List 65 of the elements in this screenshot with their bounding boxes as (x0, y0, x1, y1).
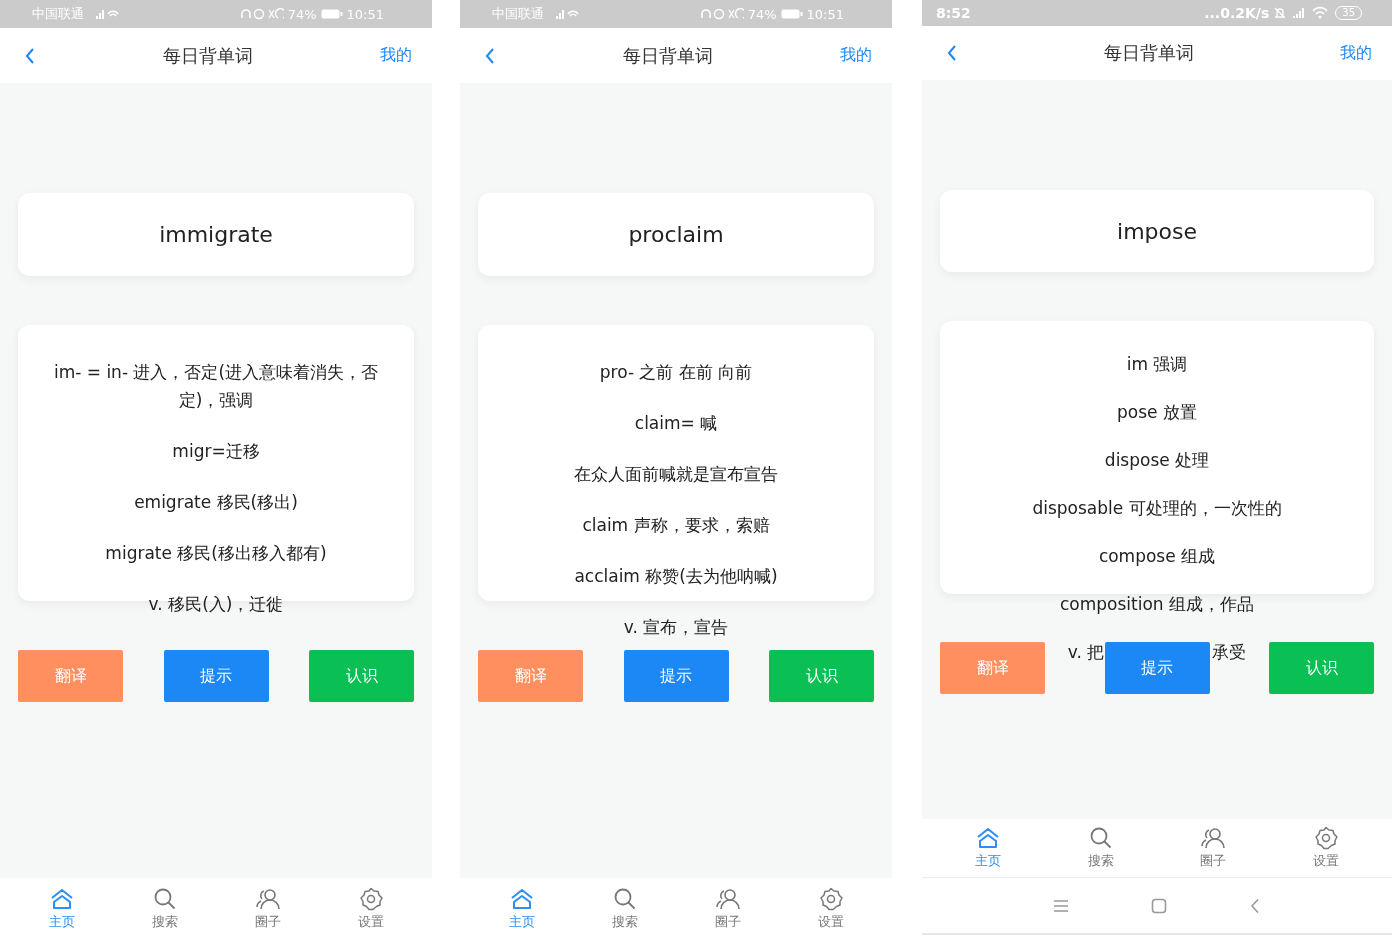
people-icon (254, 886, 281, 911)
note-text-fragment: v. 把 (1067, 641, 1105, 664)
action-button[interactable]: 提示 (1104, 642, 1210, 694)
action-button[interactable]: 提示 (163, 650, 269, 702)
tab-item[interactable]: 搜索 (1070, 826, 1131, 870)
note-text-fragment: 承受 (1212, 641, 1247, 664)
battery-icon (320, 9, 343, 19)
people-icon (1200, 826, 1227, 850)
note-text: acclaim 称赞(去为他呐喊) (573, 565, 779, 588)
note-text: composition 组成，作品 (1058, 593, 1256, 616)
action-button[interactable]: 翻译 (940, 642, 1045, 694)
tab-item[interactable]: 搜索 (134, 886, 195, 931)
status-icons (239, 8, 284, 20)
status-icons (699, 8, 744, 20)
action-button[interactable]: 认识 (1269, 642, 1374, 694)
action-button[interactable]: 提示 (623, 650, 729, 702)
settings-icon (357, 886, 384, 911)
note-text: im 强调 (1125, 353, 1189, 376)
settings-icon (817, 886, 844, 911)
word-text: immigrate (159, 222, 273, 247)
battery-icon (780, 9, 803, 19)
action-button[interactable]: 翻译 (18, 650, 123, 702)
menu-icon[interactable] (1053, 898, 1069, 913)
note-text: pose 放置 (1116, 401, 1198, 424)
tab-item[interactable]: 圈子 (1183, 826, 1244, 870)
note-text: 在众人面前喊就是宣布宣告 (573, 463, 779, 486)
action-button[interactable]: 翻译 (478, 650, 583, 702)
mine-link[interactable]: 我的 (1340, 42, 1372, 64)
note-text: migrate 移民(移出移入都有) (104, 542, 328, 565)
note-text: migr=迁移 (171, 440, 261, 463)
note-text: v. 宣布，宣告 (622, 616, 730, 639)
note-text: im- = in- 进入，否定(进入意味着消失，否定)，强调 (52, 361, 380, 412)
tab-item[interactable]: 设置 (800, 886, 861, 931)
tab-item[interactable]: 设置 (340, 886, 401, 931)
note-text: dispose 处理 (1103, 449, 1211, 472)
back-icon[interactable] (24, 46, 36, 65)
mine-link[interactable]: 我的 (380, 45, 412, 66)
tab-item[interactable]: 主页 (31, 886, 92, 931)
action-button[interactable]: 认识 (309, 650, 414, 702)
note-text: pro- 之前 在前 向前 (598, 361, 754, 384)
note-text: disposable 可处理的，一次性的 (1031, 497, 1283, 520)
tab-item[interactable]: 圈子 (697, 886, 758, 931)
tab-item[interactable]: 搜索 (594, 886, 655, 931)
back-icon[interactable] (484, 46, 496, 65)
note-text: v. 移民(入)，迁徙 (147, 593, 285, 616)
note-text: claim 声称，要求，索赔 (581, 514, 771, 537)
tab-item[interactable]: 主页 (958, 826, 1019, 870)
tab-item[interactable]: 主页 (491, 886, 552, 931)
note-text: compose 组成 (1097, 545, 1217, 568)
action-button[interactable]: 认识 (769, 650, 874, 702)
note-text: claim= 喊 (633, 412, 719, 435)
home-square-icon[interactable] (1151, 897, 1167, 914)
screen-title: 每日背单词 (163, 43, 253, 68)
word-text: proclaim (628, 222, 724, 247)
back-icon[interactable] (946, 44, 958, 62)
back-icon[interactable] (1249, 897, 1261, 914)
note-text: emigrate 移民(移出) (133, 491, 299, 514)
screen-title: 每日背单词 (1104, 41, 1194, 65)
tab-item[interactable]: 圈子 (237, 886, 298, 931)
settings-icon (1312, 826, 1339, 850)
word-text: impose (1117, 218, 1197, 244)
people-icon (714, 886, 741, 911)
tab-item[interactable]: 设置 (1295, 826, 1356, 870)
mine-link[interactable]: 我的 (840, 45, 872, 66)
screen-title: 每日背单词 (623, 43, 713, 68)
